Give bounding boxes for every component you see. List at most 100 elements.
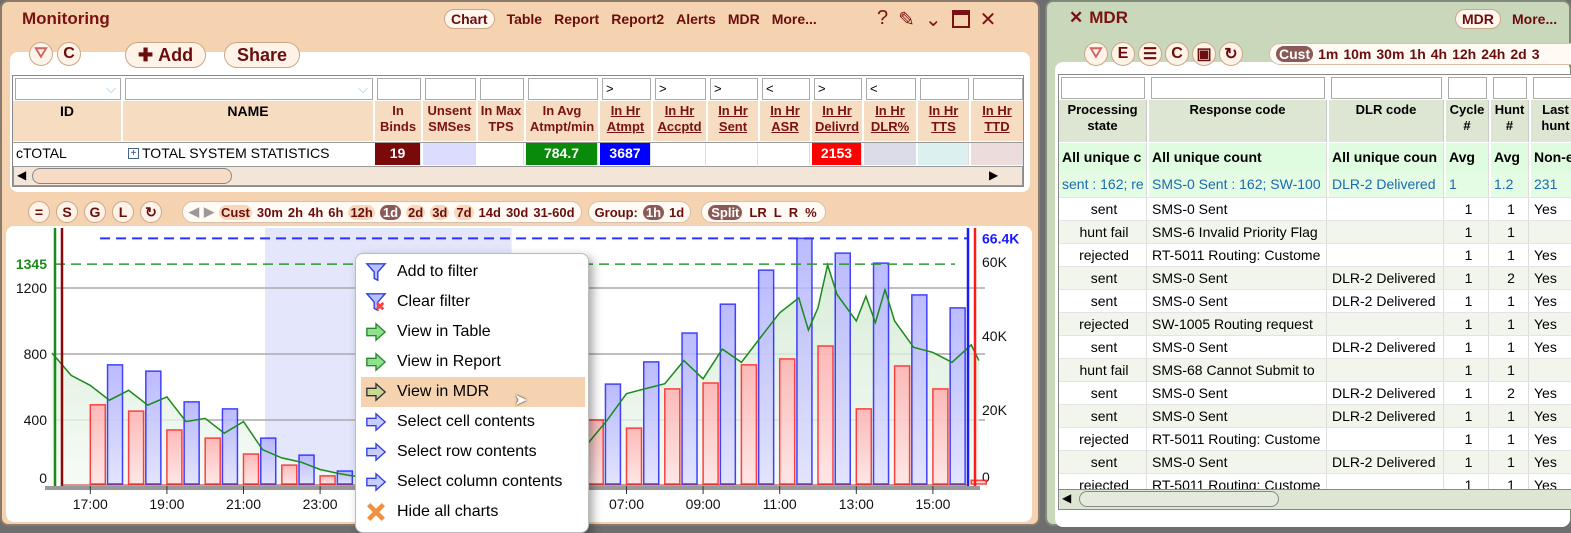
save-icon: ▣	[1196, 46, 1212, 63]
mdr-cell: sent	[1059, 290, 1147, 313]
mdr-range-24h[interactable]: 24h	[1481, 46, 1505, 62]
red-bar	[664, 388, 681, 485]
mdr-highlight-cell[interactable]: 1	[1446, 171, 1489, 197]
mdr-cell: 1	[1491, 290, 1529, 313]
tab-more[interactable]: More...	[1512, 11, 1557, 27]
mdr-table-row[interactable]: sent SMS-0 Sent DLR-2 Delivered 1 1 Yes	[1059, 404, 1571, 428]
mdr-highlight-cell[interactable]: DLR-2 Delivered	[1329, 171, 1444, 197]
mdr-range-3[interactable]: 3	[1532, 46, 1540, 62]
mdr-cell: DLR-2 Delivered	[1329, 451, 1444, 474]
menu-item-select-column-contents[interactable]: Select column contents	[361, 467, 585, 497]
mdr-cell: DLR-2 Delivered	[1329, 267, 1444, 290]
blue-bar	[183, 401, 200, 485]
menu-item-select-row-contents[interactable]: Select row contents	[361, 437, 585, 467]
menu-item-add-to-filter[interactable]: Add to filter	[361, 257, 585, 287]
red-bar	[127, 410, 145, 485]
red-bar	[281, 464, 298, 485]
mdr-filter-input[interactable]	[1151, 77, 1325, 99]
mdr-table-row[interactable]: sent SMS-0 Sent DLR-2 Delivered 1 1 Yes	[1059, 289, 1571, 313]
mdr-column-header[interactable]: DLR code	[1329, 100, 1444, 142]
mdr-filter-input[interactable]	[1533, 77, 1571, 99]
red-bar	[817, 345, 834, 485]
mdr-cell	[1531, 359, 1571, 382]
mdr-column-header[interactable]: Processing state	[1059, 100, 1147, 142]
mdr-range-30m[interactable]: 30m	[1376, 46, 1404, 62]
mdr-cell	[1329, 359, 1444, 382]
mdr-range-1h[interactable]: 1h	[1409, 46, 1425, 62]
filter-icon	[365, 261, 397, 283]
mdr-cell: RT-5011 Routing: Custome	[1149, 244, 1327, 267]
menu-item-hide-all-charts[interactable]: Hide all charts	[361, 497, 585, 527]
mdr-column-header[interactable]: Cycle #	[1446, 100, 1489, 142]
mdr-table-row[interactable]: rejected RT-5011 Routing: Custome 1 1 Yes	[1059, 427, 1571, 451]
mdr-cell: SMS-0 Sent	[1149, 336, 1327, 359]
mdr-range-10m[interactable]: 10m	[1343, 46, 1371, 62]
blue-arrow-icon	[365, 471, 397, 493]
mdr-cell: SW-1005 Routing request	[1149, 313, 1327, 336]
columns-button[interactable]: ☰	[1138, 42, 1162, 66]
menu-item-view-in-mdr[interactable]: View in MDR	[361, 377, 585, 407]
c-button[interactable]: C	[1165, 42, 1189, 66]
mdr-cell: Yes	[1531, 336, 1571, 359]
mdr-cell: sent	[1059, 382, 1147, 405]
mdr-range-1m[interactable]: 1m	[1318, 46, 1338, 62]
red-bar	[587, 419, 604, 485]
menu-item-clear-filter[interactable]: Clear filter	[361, 287, 585, 317]
red-bar	[166, 429, 183, 485]
green-arrow-icon	[365, 351, 397, 373]
mdr-cell: sent	[1059, 198, 1147, 221]
clear-filter-button[interactable]: ⛛	[1084, 42, 1108, 66]
mdr-cell: DLR-2 Delivered	[1329, 290, 1444, 313]
menu-item-view-in-table[interactable]: View in Table	[361, 317, 585, 347]
mdr-highlight-cell[interactable]: 231	[1531, 171, 1571, 197]
left-axis-tick-label: 400	[24, 412, 48, 428]
mdr-column-header[interactable]: Last hunt	[1531, 100, 1571, 142]
mdr-table-row[interactable]: sent SMS-0 Sent 1 1 Yes	[1059, 197, 1571, 221]
mdr-filter-input[interactable]	[1061, 77, 1145, 99]
left-max-label: 1345	[16, 256, 47, 272]
context-menu: Add to filter Clear filter View in Table Vi…	[355, 253, 589, 533]
red-bar	[319, 475, 336, 485]
mdr-table-row[interactable]: sent SMS-0 Sent DLR-2 Delivered 1 2 Yes	[1059, 381, 1571, 405]
right-axis-tick-label: 60K	[982, 254, 1008, 270]
refresh-button[interactable]: ↻	[1219, 42, 1243, 66]
mdr-filter-input[interactable]	[1493, 77, 1527, 99]
mdr-range-2d[interactable]: 2d	[1510, 46, 1526, 62]
mdr-cell: 1	[1446, 221, 1489, 244]
mdr-highlight-cell[interactable]: 1.2	[1491, 171, 1529, 197]
mdr-cell: Yes	[1531, 313, 1571, 336]
mdr-table-row[interactable]: hunt fail SMS-68 Cannot Submit to 1 1	[1059, 358, 1571, 382]
scroll-thumb[interactable]	[1079, 491, 1279, 507]
mdr-range-4h[interactable]: 4h	[1431, 46, 1447, 62]
mdr-filter-input[interactable]	[1331, 77, 1442, 99]
mdr-table-row[interactable]: sent SMS-0 Sent DLR-2 Delivered 1 1 Yes	[1059, 450, 1571, 474]
mdr-range-Cust[interactable]: Cust	[1276, 46, 1314, 62]
mdr-filter-input[interactable]	[1448, 77, 1487, 99]
mdr-horizontal-scrollbar[interactable]: ◀	[1059, 489, 1571, 509]
mdr-table-row[interactable]: hunt fail SMS-6 Invalid Priority Flag 1 1	[1059, 220, 1571, 244]
mdr-table-row[interactable]: sent SMS-0 Sent DLR-2 Delivered 1 2 Yes	[1059, 266, 1571, 290]
mdr-table-row[interactable]: rejected SW-1005 Routing request 1 1 Yes	[1059, 312, 1571, 336]
mdr-cell: sent	[1059, 451, 1147, 474]
mdr-range-12h[interactable]: 12h	[1452, 46, 1476, 62]
e-button[interactable]: E	[1111, 42, 1135, 66]
mdr-cell	[1329, 244, 1444, 267]
save-button[interactable]: ▣	[1192, 42, 1216, 66]
mdr-cell: 1	[1446, 313, 1489, 336]
tab-mdr[interactable]: MDR	[1455, 9, 1501, 29]
menu-item-select-cell-contents[interactable]: Select cell contents	[361, 407, 585, 437]
mdr-summary-cell: All unique coun	[1329, 143, 1444, 171]
mdr-highlight-cell[interactable]: SMS-0 Sent : 162; SW-100	[1149, 171, 1327, 197]
menu-item-view-in-report[interactable]: View in Report	[361, 347, 585, 377]
mdr-cell: SMS-0 Sent	[1149, 267, 1327, 290]
scroll-left-icon[interactable]: ◀	[1062, 491, 1071, 505]
mdr-column-header[interactable]: Response code	[1149, 100, 1327, 142]
mdr-column-header[interactable]: Hunt #	[1491, 100, 1529, 142]
red-bar	[932, 388, 949, 485]
mdr-table-row[interactable]: sent SMS-0 Sent DLR-2 Delivered 1 1 Yes	[1059, 335, 1571, 359]
blue-bar	[911, 294, 928, 485]
close-icon[interactable]: ✕	[1069, 8, 1083, 28]
mdr-table-row[interactable]: rejected RT-5011 Routing: Custome 1 1 Yes	[1059, 243, 1571, 267]
mdr-highlight-cell[interactable]: sent : 162; re	[1059, 171, 1147, 197]
mdr-cell: rejected	[1059, 313, 1147, 336]
